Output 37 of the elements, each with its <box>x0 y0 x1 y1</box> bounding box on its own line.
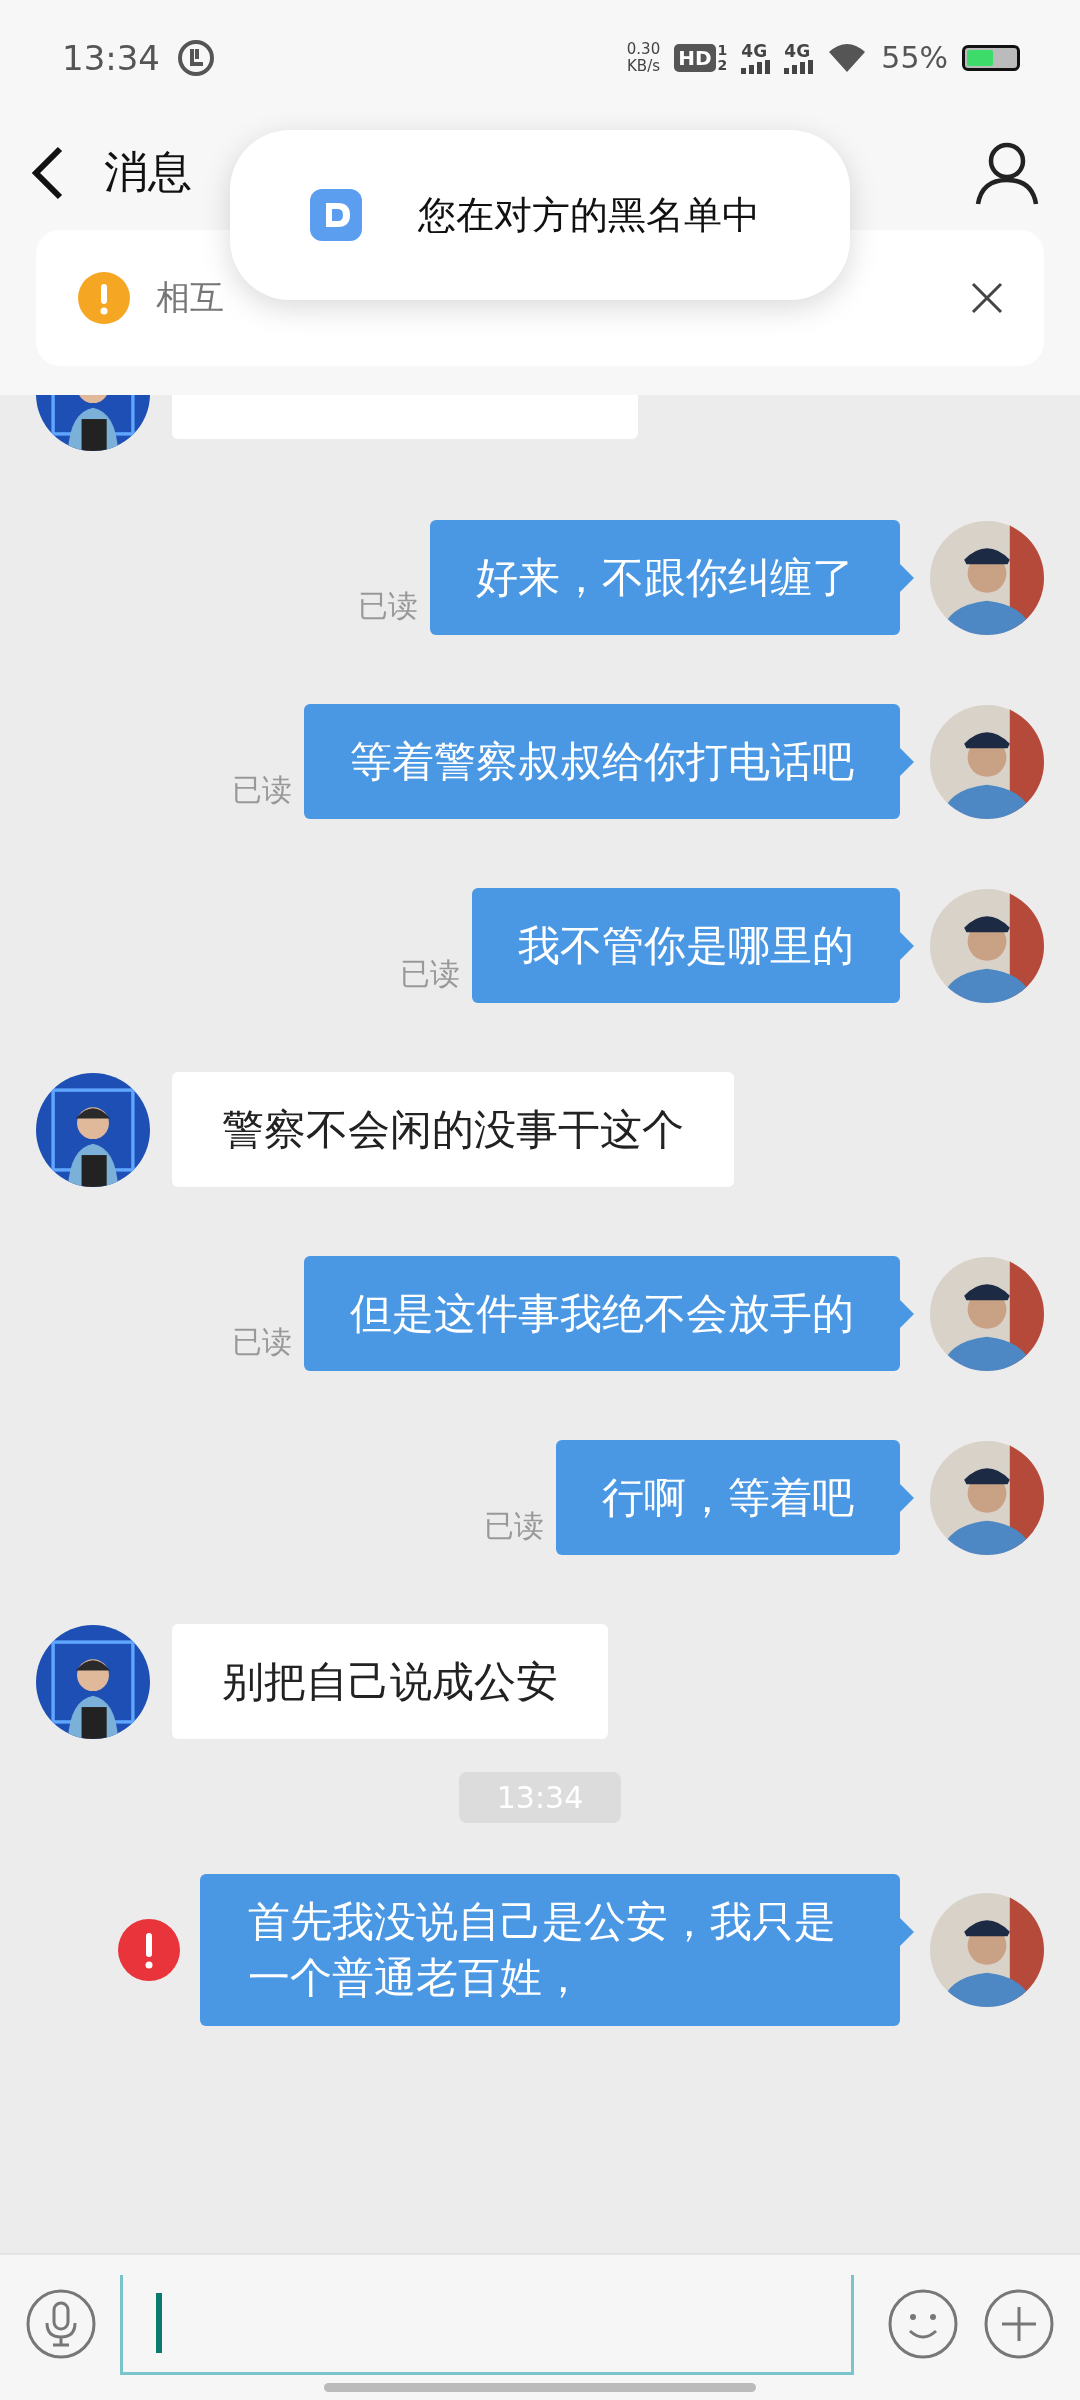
clock: 13:34 <box>62 37 160 78</box>
read-receipt: 已读 <box>484 1507 544 1545</box>
bubble-tail <box>900 1918 914 1946</box>
message-bubble: 首先我没说自己是公安，我只是一个普通老百姓， <box>200 1874 900 2026</box>
bubble-tail <box>900 1300 914 1328</box>
signal-indicator: 4G <box>741 41 771 74</box>
bubble-tail <box>900 1484 914 1512</box>
message-bubble: 我不管你是哪里的 <box>472 888 900 1003</box>
app-notification-icon <box>176 37 216 78</box>
message-bubble: 但是这件事我绝不会放手的 <box>304 1256 900 1371</box>
bubble-tail <box>900 932 914 960</box>
message-bubble: 别把自己说成公安 <box>172 1624 608 1739</box>
error-icon[interactable] <box>118 1919 180 1981</box>
read-receipt: 已读 <box>232 1323 292 1361</box>
read-receipt: 已读 <box>232 771 292 809</box>
battery-percent: 55% <box>881 40 948 75</box>
message-bubble: 好来，不跟你纠缠了 <box>430 520 900 635</box>
toast-text: 您在对方的黑名单中 <box>418 191 760 239</box>
wifi-icon <box>827 41 868 74</box>
notice-text: 相互 <box>156 276 225 319</box>
read-receipt: 已读 <box>358 587 418 625</box>
warning-icon <box>78 272 130 324</box>
message-bubble: 警察不会闲的没事干这个 <box>172 1072 734 1187</box>
microphone-icon[interactable] <box>26 2289 96 2359</box>
plus-icon[interactable] <box>984 2289 1054 2359</box>
read-receipt: 已读 <box>400 955 460 993</box>
network-speed: 0.30 KB/s <box>626 40 661 75</box>
battery-icon <box>962 44 1020 71</box>
page-title: 消息 <box>104 145 193 199</box>
message-bubble: 等着警察叔叔给你打电话吧 <box>304 704 900 819</box>
close-icon[interactable] <box>970 281 1004 315</box>
bubble-tail <box>900 748 914 776</box>
emoji-icon[interactable] <box>888 2289 958 2359</box>
bubble-tail <box>900 564 914 592</box>
message-bubble: 行啊，等着吧 <box>556 1440 900 1555</box>
signal-indicator: 4G <box>784 41 814 74</box>
app-icon <box>310 189 362 241</box>
